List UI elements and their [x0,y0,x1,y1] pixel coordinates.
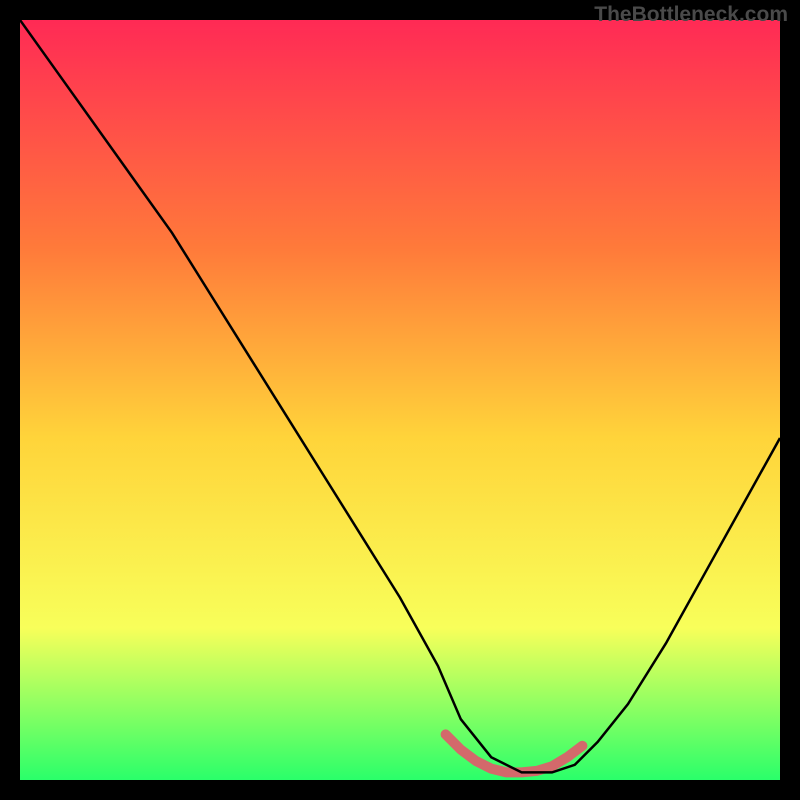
watermark-text: TheBottleneck.com [594,3,788,27]
chart-container [20,20,780,780]
chart-svg [20,20,780,780]
gradient-background [20,20,780,780]
